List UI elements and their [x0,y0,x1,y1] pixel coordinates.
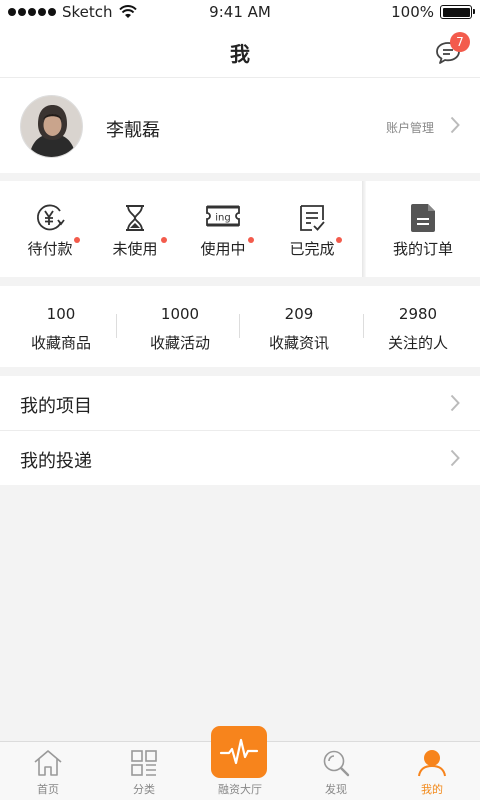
order-completed-label: 已完成 [289,240,335,258]
stat-favorite-news[interactable]: 209 收藏资讯 [239,286,359,367]
stat-value: 100 [46,305,76,323]
battery-info: 100% [391,3,475,21]
completed-dot [336,237,342,243]
my-orders-button[interactable]: 我的订单 [366,181,480,277]
stat-following[interactable]: 2980 关注的人 [358,286,478,367]
messages-button[interactable]: 7 [434,32,470,66]
tab-discover[interactable]: 发现 [288,742,384,800]
check-list-icon [268,203,356,233]
home-icon [0,749,96,777]
financing-hall-button[interactable] [211,726,267,778]
stat-value: 1000 [160,305,200,323]
favorites-stats: 100 收藏商品 1000 收藏活动 209 收藏资讯 2980 关注的人 [0,286,480,367]
tab-bar: 首页 分类 融资大厅 发现 我的 [0,726,480,800]
menu-item-label: 我的投递 [20,451,92,472]
account-management-link[interactable]: 账户管理 [386,119,434,136]
stat-value: 209 [284,305,314,323]
battery-percent: 100% [391,3,434,21]
chevron-right-icon [450,449,460,467]
user-photo-icon [21,96,82,157]
ticket-icon: ing [179,203,267,233]
my-orders-label: 我的订单 [392,240,453,258]
stat-label: 收藏资讯 [268,334,329,352]
order-unused[interactable]: 未使用 [91,181,179,277]
grid-icon [96,749,192,777]
tab-financing-hall[interactable]: 融资大厅 [192,726,288,800]
stat-label: 关注的人 [387,334,448,352]
stat-divider [116,314,117,338]
yen-icon [6,203,94,233]
tab-label: 发现 [325,783,347,796]
stat-favorite-products[interactable]: 100 收藏商品 [1,286,121,367]
chevron-right-icon [450,394,460,412]
page-title: 我 [230,42,250,66]
chevron-right-icon [450,116,460,134]
message-count-badge: 7 [450,32,470,52]
status-bar: Sketch 9:41 AM 100% [0,0,480,24]
stat-label: 收藏商品 [30,334,91,352]
order-pending-payment[interactable]: 待付款 [6,181,94,277]
tab-me[interactable]: 我的 [384,742,480,800]
tab-home[interactable]: 首页 [0,742,96,800]
tab-label: 我的 [421,783,443,796]
pulse-icon [219,738,259,765]
unused-dot [161,237,167,243]
stat-label: 收藏活动 [149,334,210,352]
menu-item-label: 我的项目 [20,396,92,417]
stat-value: 2980 [398,305,438,323]
ticket-icon-text: ing [215,213,230,224]
hourglass-icon [91,203,179,233]
avatar[interactable] [20,95,83,158]
order-completed[interactable]: 已完成 [268,181,356,277]
battery-icon [440,5,475,19]
tab-categories[interactable]: 分类 [96,742,192,800]
menu-item-my-projects[interactable]: 我的项目 [0,376,480,431]
document-icon [366,203,480,233]
order-in-use[interactable]: ing 使用中 [179,181,267,277]
search-icon [288,749,384,777]
menu-list: 我的项目 我的投递 [0,376,480,485]
profile-row[interactable]: 李靓磊 账户管理 [0,78,480,173]
user-icon [384,749,480,777]
tab-label: 分类 [133,783,155,796]
order-in-use-label: 使用中 [200,240,246,258]
pending-payment-dot [74,237,80,243]
navigation-bar: 我 7 [0,24,480,78]
tab-label: 融资大厅 [218,783,262,796]
user-name: 李靓磊 [106,120,160,141]
menu-item-my-submissions[interactable]: 我的投递 [0,431,480,485]
order-status-panel: 待付款 未使用 ing 使用中 已完成 我的订单 [0,181,480,277]
tab-label: 首页 [37,783,59,796]
order-pending-payment-label: 待付款 [27,240,73,258]
stat-favorite-activities[interactable]: 1000 收藏活动 [120,286,240,367]
in-use-dot [248,237,254,243]
